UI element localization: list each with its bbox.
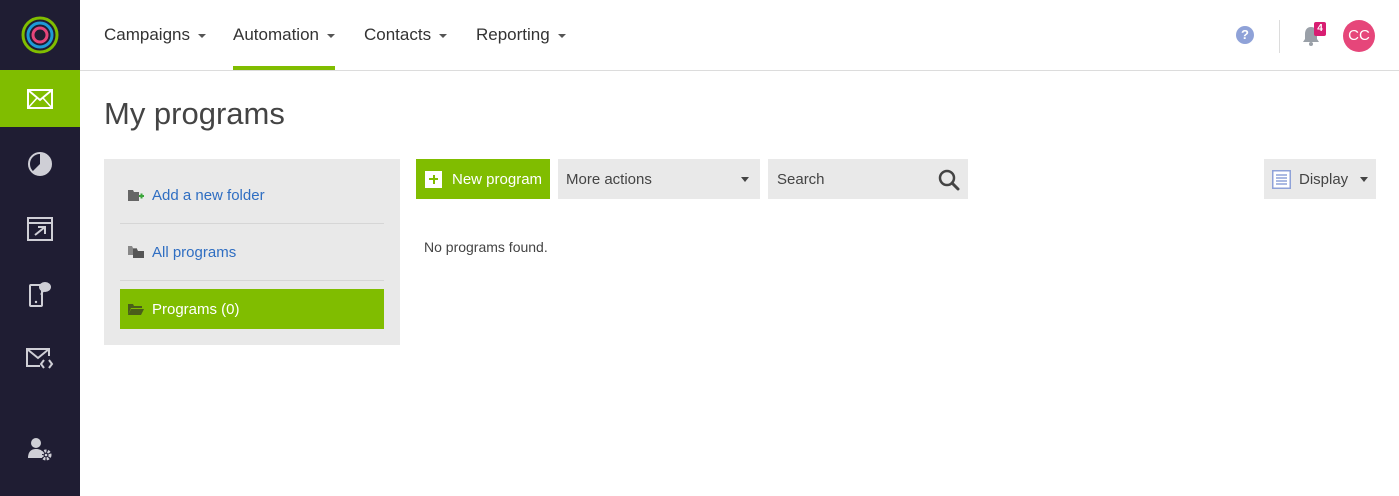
nav-reporting-label: Reporting xyxy=(476,25,550,44)
pie-chart-icon xyxy=(28,151,52,176)
add-folder-label: Add a new folder xyxy=(152,186,265,204)
nav-campaigns[interactable]: Campaigns xyxy=(104,0,206,70)
page-title: My programs xyxy=(104,96,285,131)
new-program-button[interactable]: New program xyxy=(416,159,550,199)
rail-item-reports[interactable] xyxy=(0,135,80,192)
chevron-down-icon xyxy=(557,34,566,38)
rail-item-account-settings[interactable] xyxy=(0,420,80,477)
user-settings-icon xyxy=(28,437,52,460)
mobile-message-icon xyxy=(29,281,51,307)
nav-contacts-label: Contacts xyxy=(364,25,432,44)
chevron-down-icon xyxy=(198,34,206,38)
plus-icon xyxy=(425,170,442,188)
rail-item-landing-pages[interactable] xyxy=(0,200,80,257)
search-icon[interactable] xyxy=(938,169,960,191)
divider xyxy=(120,223,384,224)
new-program-label: New program xyxy=(452,170,543,188)
help-icon[interactable]: ? xyxy=(1236,26,1254,44)
add-folder-link[interactable]: Add a new folder xyxy=(120,175,384,215)
chevron-down-icon xyxy=(741,176,749,182)
rail-item-templates[interactable] xyxy=(0,330,80,387)
chevron-down-icon xyxy=(439,34,448,38)
nav-reporting[interactable]: Reporting xyxy=(476,0,566,70)
left-rail xyxy=(0,0,80,496)
folder-panel: Add a new folder All programs Programs (… xyxy=(104,159,400,345)
notification-count-badge: 4 xyxy=(1314,22,1326,36)
nav-automation[interactable]: Automation xyxy=(233,0,335,70)
programs-folder-label: Programs (0) xyxy=(152,300,240,318)
nav-campaigns-label: Campaigns xyxy=(104,25,190,44)
nav-automation-label: Automation xyxy=(233,25,319,44)
rail-item-email[interactable] xyxy=(0,70,80,127)
more-actions-dropdown[interactable]: More actions xyxy=(558,159,760,199)
folders-icon xyxy=(128,246,144,258)
rail-item-sms[interactable] xyxy=(0,265,80,322)
more-actions-label: More actions xyxy=(566,170,652,188)
all-programs-link[interactable]: All programs xyxy=(120,232,384,272)
divider xyxy=(120,280,384,281)
landing-page-icon xyxy=(27,216,53,241)
display-options-dropdown[interactable]: Display xyxy=(1264,159,1376,199)
app-logo-icon[interactable] xyxy=(20,15,60,55)
chevron-down-icon xyxy=(327,34,335,38)
folder-open-icon xyxy=(128,304,144,315)
all-programs-label: All programs xyxy=(152,243,237,261)
top-bar: Campaigns Automation Contacts Reporting … xyxy=(80,0,1399,71)
display-label: Display xyxy=(1299,170,1349,188)
nav-contacts[interactable]: Contacts xyxy=(364,0,448,70)
search-box xyxy=(768,159,968,199)
add-folder-icon xyxy=(128,190,144,201)
email-icon xyxy=(27,88,53,109)
email-code-icon xyxy=(26,347,54,369)
divider xyxy=(1279,20,1280,53)
search-input[interactable] xyxy=(768,159,937,199)
empty-state-message: No programs found. xyxy=(424,239,548,255)
programs-folder-item[interactable]: Programs (0) xyxy=(120,289,384,329)
chevron-down-icon xyxy=(1360,176,1368,182)
list-view-icon xyxy=(1272,169,1291,189)
user-avatar[interactable]: CC xyxy=(1343,20,1375,52)
